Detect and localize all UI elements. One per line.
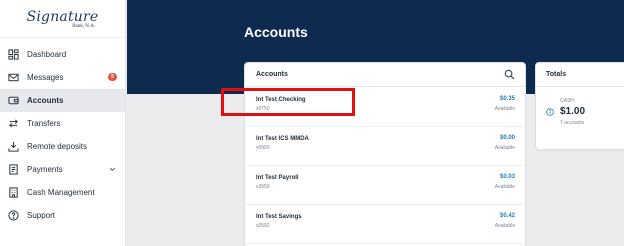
building-icon xyxy=(8,187,19,198)
cash-label: CASH xyxy=(560,98,574,104)
totals-card: Totals CASH $1.00 7 accounts xyxy=(535,62,624,150)
transfer-icon xyxy=(8,118,19,129)
account-balance: $0.42 xyxy=(499,213,515,219)
unread-badge: 5 xyxy=(108,73,117,81)
account-balance: $0.00 xyxy=(499,135,515,141)
sidebar-item-messages[interactable]: Messages 5 xyxy=(0,66,125,89)
search-icon[interactable] xyxy=(504,69,515,80)
account-name: Int Test Savings xyxy=(256,214,302,220)
mail-icon xyxy=(8,72,19,83)
totals-card-title: Totals xyxy=(536,63,624,87)
sidebar-item-label: Remote deposits xyxy=(27,142,88,151)
sidebar-item-label: Support xyxy=(27,211,56,220)
sidebar-item-dashboard[interactable]: Dashboard xyxy=(0,43,125,66)
account-row[interactable]: Int Test Payroll x3556 $0.03 Available xyxy=(245,166,525,205)
sidebar-item-label: Dashboard xyxy=(27,50,67,59)
sidebar-item-support[interactable]: Support xyxy=(0,204,125,227)
account-name: Int Test Checking xyxy=(256,97,306,103)
account-status: Available xyxy=(494,184,515,190)
sidebar-item-label: Cash Management xyxy=(27,188,95,197)
help-icon xyxy=(8,210,19,221)
account-number: x3556 xyxy=(256,184,270,190)
account-name: Int Test Payroll xyxy=(256,175,299,181)
sidebar-item-payments[interactable]: Payments xyxy=(0,158,125,181)
account-name: Int Test ICS MMDA xyxy=(256,136,309,142)
account-row[interactable]: Int Test Checking x0750 $0.35 Available xyxy=(245,88,525,127)
info-icon[interactable] xyxy=(546,108,554,116)
sidebar-item-label: Payments xyxy=(27,165,63,174)
account-status: Available xyxy=(494,145,515,151)
accounts-card: Accounts Int Test Checking x0750 $0.35 A… xyxy=(244,62,526,246)
logo-subtitle: Bank, N.A. xyxy=(72,23,95,29)
payments-icon xyxy=(8,164,19,175)
account-status: Available xyxy=(494,106,515,112)
sidebar-item-label: Transfers xyxy=(27,119,61,128)
dashboard-icon xyxy=(8,49,19,60)
account-balance: $0.35 xyxy=(499,96,515,102)
account-status: Available xyxy=(494,223,515,229)
sidebar-item-label: Messages xyxy=(27,73,64,82)
sidebar-item-label: Accounts xyxy=(27,96,64,105)
wallet-icon xyxy=(8,95,19,106)
account-balance: $0.03 xyxy=(499,174,515,180)
accounts-card-title: Accounts xyxy=(256,71,288,78)
sidebar-item-accounts[interactable]: Accounts xyxy=(0,89,125,112)
accounts-card-header: Accounts xyxy=(245,63,525,87)
page-title: Accounts xyxy=(244,24,308,40)
sidebar-item-cash-management[interactable]: Cash Management xyxy=(0,181,125,204)
account-number: x0990 xyxy=(256,145,270,151)
cash-total: $1.00 xyxy=(560,106,586,117)
logo-wordmark: Signature xyxy=(26,8,99,25)
account-row[interactable]: Int Test Savings x0592 $0.42 Available xyxy=(245,205,525,244)
bank-logo[interactable]: Signature Bank, N.A. xyxy=(0,0,125,38)
sidebar-nav: Dashboard Messages 5 Accounts Transfers xyxy=(0,43,125,227)
sidebar: Signature Bank, N.A. Dashboard Messages … xyxy=(0,0,126,246)
chevron-down-icon[interactable] xyxy=(109,166,116,173)
account-number: x0592 xyxy=(256,223,270,229)
account-row[interactable]: Int Test ICS MMDA x0990 $0.00 Available xyxy=(245,127,525,166)
deposit-icon xyxy=(8,141,19,152)
accounts-count: 7 accounts xyxy=(560,120,585,126)
account-number: x0750 xyxy=(256,106,270,112)
sidebar-item-remote-deposits[interactable]: Remote deposits xyxy=(0,135,125,158)
sidebar-item-transfers[interactable]: Transfers xyxy=(0,112,125,135)
